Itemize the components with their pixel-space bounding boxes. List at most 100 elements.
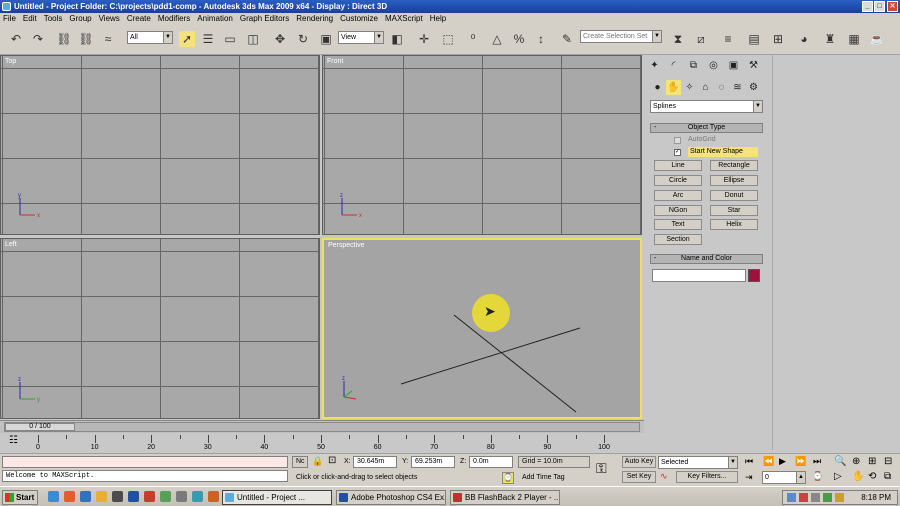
name-and-color-rollout[interactable]: - Name and Color xyxy=(650,254,763,264)
taskbar-item-photoshop[interactable]: Adobe Photoshop CS4 Ex... xyxy=(336,490,446,505)
show-desktop-icon[interactable] xyxy=(48,491,59,502)
start-new-shape-checkbox[interactable]: ✓ xyxy=(674,149,681,156)
curve-editor-icon[interactable]: ▤ xyxy=(746,31,762,47)
zoom-all-icon[interactable]: ⊕ xyxy=(852,456,860,467)
object-name-field[interactable] xyxy=(652,269,746,282)
bind-space-warp-icon[interactable]: ≈ xyxy=(100,31,116,47)
render-setup-icon[interactable]: ♜ xyxy=(822,31,838,47)
media-icon[interactable] xyxy=(144,491,155,502)
zoom-extents-all-icon[interactable]: ⊟ xyxy=(884,456,892,467)
taskbar-item-3dsmax[interactable]: Untitled - Project ... xyxy=(222,490,332,505)
snaps-toggle-icon[interactable]: ⁰ xyxy=(465,31,481,47)
display-tab-icon[interactable]: ▣ xyxy=(726,58,741,73)
play-icon[interactable]: ▶ xyxy=(779,456,786,467)
space-warps-icon[interactable]: ≋ xyxy=(730,80,745,95)
modify-tab-icon[interactable]: ◜ xyxy=(666,58,681,73)
orbit-icon[interactable]: ⟲ xyxy=(868,471,876,482)
menu-group[interactable]: Group xyxy=(66,13,95,25)
viewport-front[interactable]: Front x z xyxy=(322,55,642,235)
ngon-button[interactable]: NGon xyxy=(654,205,702,216)
edit-named-selection-icon[interactable]: ✎ xyxy=(559,31,575,47)
rect-selection-icon[interactable]: ▭ xyxy=(222,31,238,47)
start-button[interactable]: Start xyxy=(2,490,38,505)
set-key-icon[interactable]: ⚿ xyxy=(596,460,607,477)
spinner-snap-icon[interactable]: ↕ xyxy=(533,31,549,47)
time-slider[interactable]: 0 / 100 xyxy=(4,422,640,432)
named-selection-set-field[interactable]: Create Selection Set ▼ xyxy=(580,30,662,43)
maxscript-mini-listener[interactable]: Welcome to MAXScript. xyxy=(2,470,288,482)
unlink-icon[interactable]: ⛓ xyxy=(78,31,94,47)
helpers-icon[interactable]: ◌ xyxy=(714,80,729,95)
pan-icon[interactable]: ✋ xyxy=(852,471,864,482)
menu-help[interactable]: Help xyxy=(427,13,450,25)
menu-create[interactable]: Create xyxy=(124,13,155,25)
terminal-icon[interactable] xyxy=(112,491,123,502)
percent-snap-icon[interactable]: % xyxy=(511,31,527,47)
tray-recorder-icon[interactable] xyxy=(799,493,808,502)
key-mode-icon[interactable]: ∿ xyxy=(660,471,668,482)
x-coordinate-field[interactable]: 30.645m xyxy=(353,456,397,468)
rectangle-button[interactable]: Rectangle xyxy=(710,160,758,171)
go-to-end-icon[interactable]: ⏭ xyxy=(813,456,821,467)
y-coordinate-field[interactable]: 69.253m xyxy=(411,456,455,468)
key-selection-select[interactable]: Selected ▼ xyxy=(658,456,738,469)
menu-file[interactable]: File xyxy=(0,13,20,25)
taskbar-item-flashback[interactable]: BB FlashBack 2 Player - ... xyxy=(450,490,560,505)
donut-button[interactable]: Donut xyxy=(710,190,758,201)
geometry-icon[interactable]: ● xyxy=(650,80,665,95)
menu-rendering[interactable]: Rendering xyxy=(293,13,337,25)
tray-update-icon[interactable] xyxy=(835,493,844,502)
mini-curve-editor-icon[interactable]: ☷ xyxy=(9,435,18,446)
systems-icon[interactable]: ⚙ xyxy=(746,80,761,95)
rendered-frame-window-icon[interactable]: ▦ xyxy=(846,31,862,47)
utility-quick-icon[interactable] xyxy=(208,491,219,502)
menu-animation[interactable]: Animation xyxy=(194,13,237,25)
viewport-perspective[interactable]: Perspective ➤ z xyxy=(322,238,642,419)
section-button[interactable]: Section xyxy=(654,234,702,245)
autogrid-checkbox[interactable] xyxy=(674,137,681,144)
absolute-mode-icon[interactable]: ⊡ xyxy=(328,455,336,466)
field-of-view-icon[interactable]: ▷ xyxy=(834,471,842,482)
line-button[interactable]: Line xyxy=(654,160,702,171)
next-frame-icon[interactable]: ⏩ xyxy=(795,456,806,467)
move-icon[interactable]: ✥ xyxy=(272,31,288,47)
time-slider-thumb[interactable]: 0 / 100 xyxy=(5,423,75,431)
key-filters-button[interactable]: Key Filters... xyxy=(676,471,738,483)
undo-icon[interactable]: ↶ xyxy=(8,31,24,47)
maximize-viewport-icon[interactable]: ⧉ xyxy=(884,471,891,482)
lock-icon[interactable]: 🔒 xyxy=(312,456,323,467)
viewport-label-left[interactable]: Left xyxy=(5,241,17,248)
render-production-icon[interactable]: ☕ xyxy=(869,31,885,47)
viewport-top[interactable]: Top x y xyxy=(0,55,320,235)
go-to-start-icon[interactable]: ⏮ xyxy=(745,456,753,467)
time-tag-icon[interactable]: ⌚ xyxy=(502,472,514,484)
select-object-icon[interactable]: ➚ xyxy=(179,31,195,47)
close-button[interactable]: ✕ xyxy=(887,1,898,12)
add-time-tag[interactable]: Add Time Tag xyxy=(522,472,565,484)
ie-icon[interactable] xyxy=(80,491,91,502)
z-coordinate-field[interactable]: 0.0m xyxy=(469,456,513,468)
utilities-tab-icon[interactable]: ⚒ xyxy=(746,58,761,73)
redo-icon[interactable]: ↷ xyxy=(30,31,46,47)
viewport-label-top[interactable]: Top xyxy=(5,58,16,65)
rotate-icon[interactable]: ↻ xyxy=(295,31,311,47)
mirror-icon[interactable]: ⧗ xyxy=(670,31,686,47)
circle-button[interactable]: Circle xyxy=(654,175,702,186)
photoshop-quick-icon[interactable] xyxy=(128,491,139,502)
object-type-rollout[interactable]: - Object Type xyxy=(650,123,763,133)
maximize-button[interactable]: □ xyxy=(874,1,885,12)
menu-edit[interactable]: Edit xyxy=(20,13,41,25)
maxscript-listener-top[interactable] xyxy=(2,456,288,468)
motion-tab-icon[interactable]: ◎ xyxy=(706,58,721,73)
keyboard-shortcut-override-icon[interactable]: ⬚ xyxy=(440,31,456,47)
track-bar[interactable]: ☷ 0 10 20 30 40 50 60 70 80 90 100 xyxy=(0,433,644,453)
arc-button[interactable]: Arc xyxy=(654,190,702,201)
menu-maxscript[interactable]: MAXScript xyxy=(382,13,427,25)
tray-volume-icon[interactable] xyxy=(811,493,820,502)
text-button[interactable]: Text xyxy=(654,219,702,230)
helix-button[interactable]: Helix xyxy=(710,219,758,230)
link-icon[interactable]: ⛓ xyxy=(56,31,72,47)
select-manipulate-icon[interactable]: ✛ xyxy=(416,31,432,47)
hierarchy-tab-icon[interactable]: ⧉ xyxy=(686,58,701,73)
pivot-center-icon[interactable]: ◧ xyxy=(389,31,405,47)
